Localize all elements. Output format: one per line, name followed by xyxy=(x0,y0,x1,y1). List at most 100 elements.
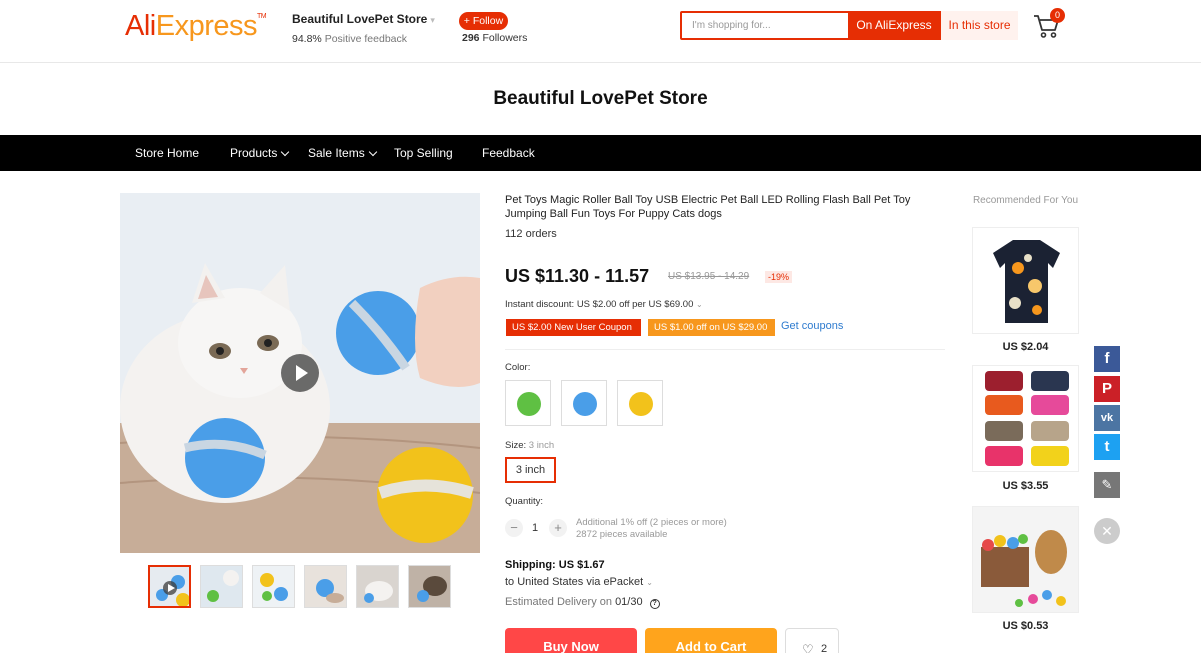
chevron-down-icon: ▾ xyxy=(430,15,435,25)
original-price: US $13.95 - 14.29 xyxy=(668,271,750,282)
nav-feedback[interactable]: Feedback xyxy=(482,146,535,160)
search-aliexpress-button[interactable]: On AliExpress xyxy=(848,11,940,40)
store-coupon[interactable]: US $1.00 off on US $29.00 xyxy=(648,319,775,336)
instant-discount-text: Instant discount: US $2.00 off per US $6… xyxy=(505,299,694,310)
search-in-store-button[interactable]: In this store xyxy=(940,11,1018,40)
store-name-text: Beautiful LovePet Store xyxy=(292,12,428,26)
aliexpress-logo[interactable]: AliExpressTM xyxy=(125,10,267,43)
color-swatch-green[interactable] xyxy=(505,380,551,426)
heart-icon: ♡ xyxy=(802,642,814,653)
instant-discount[interactable]: Instant discount: US $2.00 off per US $6… xyxy=(505,299,703,310)
wishlist-button[interactable]: ♡ 2 xyxy=(785,628,839,653)
recommended-image xyxy=(973,228,1078,333)
quantity-note: Additional 1% off (2 pieces or more) 287… xyxy=(576,517,727,541)
logo-text-ali: Ali xyxy=(125,10,156,42)
pinterest-share-icon[interactable]: P xyxy=(1094,376,1120,402)
follow-button[interactable]: + Follow xyxy=(459,12,508,30)
store-feedback: 94.8% Positive feedback xyxy=(292,33,407,45)
thumbnail[interactable] xyxy=(408,565,451,608)
shipping-destination[interactable]: to United States via ePacket ⌄ xyxy=(505,576,653,588)
thumbnail-image xyxy=(409,566,450,607)
followers-number: 296 xyxy=(462,32,480,44)
quantity-label: Quantity: xyxy=(505,496,544,507)
chevron-down-icon xyxy=(281,147,290,157)
chevron-down-icon: ⌄ xyxy=(646,578,653,587)
recommended-title: Recommended For You xyxy=(972,195,1079,206)
twitter-share-icon[interactable]: t xyxy=(1094,434,1120,460)
search-input[interactable]: I'm shopping for... xyxy=(692,20,771,31)
thumbnail[interactable] xyxy=(356,565,399,608)
vk-share-icon[interactable]: vk xyxy=(1094,405,1120,431)
wishlist-count: 2 xyxy=(821,643,828,653)
product-price: US $11.30 - 11.57 xyxy=(505,266,650,286)
add-to-cart-button[interactable]: Add to Cart xyxy=(645,628,777,653)
stock-available-note: 2872 pieces available xyxy=(576,529,668,540)
nav-label: Store Home xyxy=(135,146,200,160)
nav-top-selling[interactable]: Top Selling xyxy=(394,146,453,160)
size-label: Size: xyxy=(505,440,527,451)
nav-label: Top Selling xyxy=(394,146,453,160)
new-user-coupon[interactable]: US $2.00 New User Coupon xyxy=(506,319,641,336)
size-option-3-inch[interactable]: 3 inch xyxy=(505,457,556,483)
shipping-destination-text: to United States via ePacket xyxy=(505,576,644,588)
recommended-item[interactable] xyxy=(972,365,1079,472)
edit-icon[interactable]: ✎ xyxy=(1094,472,1120,498)
recommended-item[interactable] xyxy=(972,506,1079,613)
play-video-button[interactable] xyxy=(281,354,319,392)
buy-now-button[interactable]: Buy Now xyxy=(505,628,637,653)
color-label: Color: xyxy=(505,362,531,373)
green-ball-image xyxy=(517,392,541,416)
thumbnail[interactable] xyxy=(148,565,191,608)
get-coupons-link[interactable]: Get coupons xyxy=(781,320,843,332)
chevron-down-icon xyxy=(368,147,377,157)
recommended-item[interactable] xyxy=(972,227,1079,334)
delivery-date: 01/30 xyxy=(615,596,643,608)
store-title: Beautiful LovePet Store xyxy=(493,88,708,109)
recommended-price: US $0.53 xyxy=(1002,620,1049,632)
size-selected-value: 3 inch xyxy=(528,440,555,451)
product-title: Pet Toys Magic Roller Ball Toy USB Elect… xyxy=(505,194,911,220)
discount-badge: -19% xyxy=(765,271,793,283)
followers-label: Followers xyxy=(482,32,528,44)
thumbnail[interactable] xyxy=(200,565,243,608)
thumbnail[interactable] xyxy=(252,565,295,608)
facebook-share-icon[interactable]: f xyxy=(1094,346,1120,372)
delivery-label: Estimated Delivery on xyxy=(505,596,612,608)
thumbnail-image xyxy=(150,567,189,606)
close-icon[interactable]: ✕ xyxy=(1094,518,1120,544)
bulk-discount-note: Additional 1% off (2 pieces or more) xyxy=(576,517,727,528)
blue-ball-image xyxy=(573,392,597,416)
quantity-decrease-button[interactable]: − xyxy=(505,519,523,537)
thumbnail[interactable] xyxy=(304,565,347,608)
cart-count-badge: 0 xyxy=(1050,8,1065,23)
quantity-increase-button[interactable]: + xyxy=(549,519,567,537)
recommended-price: US $2.04 xyxy=(1002,341,1049,353)
nav-products[interactable]: Products xyxy=(230,146,290,160)
followers-count: 296 Followers xyxy=(462,32,527,44)
size-label-row: Size: 3 inch xyxy=(505,440,554,451)
recommended-image xyxy=(973,507,1078,612)
logo-tm: TM xyxy=(257,13,267,20)
thumbnail-image xyxy=(253,566,294,607)
nav-label: Products xyxy=(230,146,278,160)
nav-store-home[interactable]: Store Home xyxy=(135,146,199,160)
chevron-down-icon: ⌄ xyxy=(696,300,703,309)
search-box: I'm shopping for... On AliExpress In thi… xyxy=(680,11,1018,40)
thumbnail-image xyxy=(201,566,242,607)
yellow-ball-image xyxy=(629,392,653,416)
shipping-price: Shipping: US $1.67 xyxy=(505,559,605,571)
nav-label: Feedback xyxy=(482,146,535,160)
nav-sale-items[interactable]: Sale Items xyxy=(308,146,377,160)
quantity-input[interactable]: 1 xyxy=(532,522,538,534)
store-navbar: Store Home Products Sale Items Top Selli… xyxy=(0,135,1201,171)
divider xyxy=(505,349,945,350)
color-swatch-blue[interactable] xyxy=(561,380,607,426)
store-name-link[interactable]: Beautiful LovePet Store ▾ xyxy=(292,12,435,26)
help-icon[interactable]: ? xyxy=(649,599,660,609)
feedback-value: 94.8% xyxy=(292,33,322,45)
thumbnail-image xyxy=(357,566,398,607)
thumbnail-image xyxy=(305,566,346,607)
top-header: AliExpressTM Beautiful LovePet Store ▾ 94… xyxy=(0,0,1201,63)
nav-label: Sale Items xyxy=(308,146,365,160)
color-swatch-yellow[interactable] xyxy=(617,380,663,426)
